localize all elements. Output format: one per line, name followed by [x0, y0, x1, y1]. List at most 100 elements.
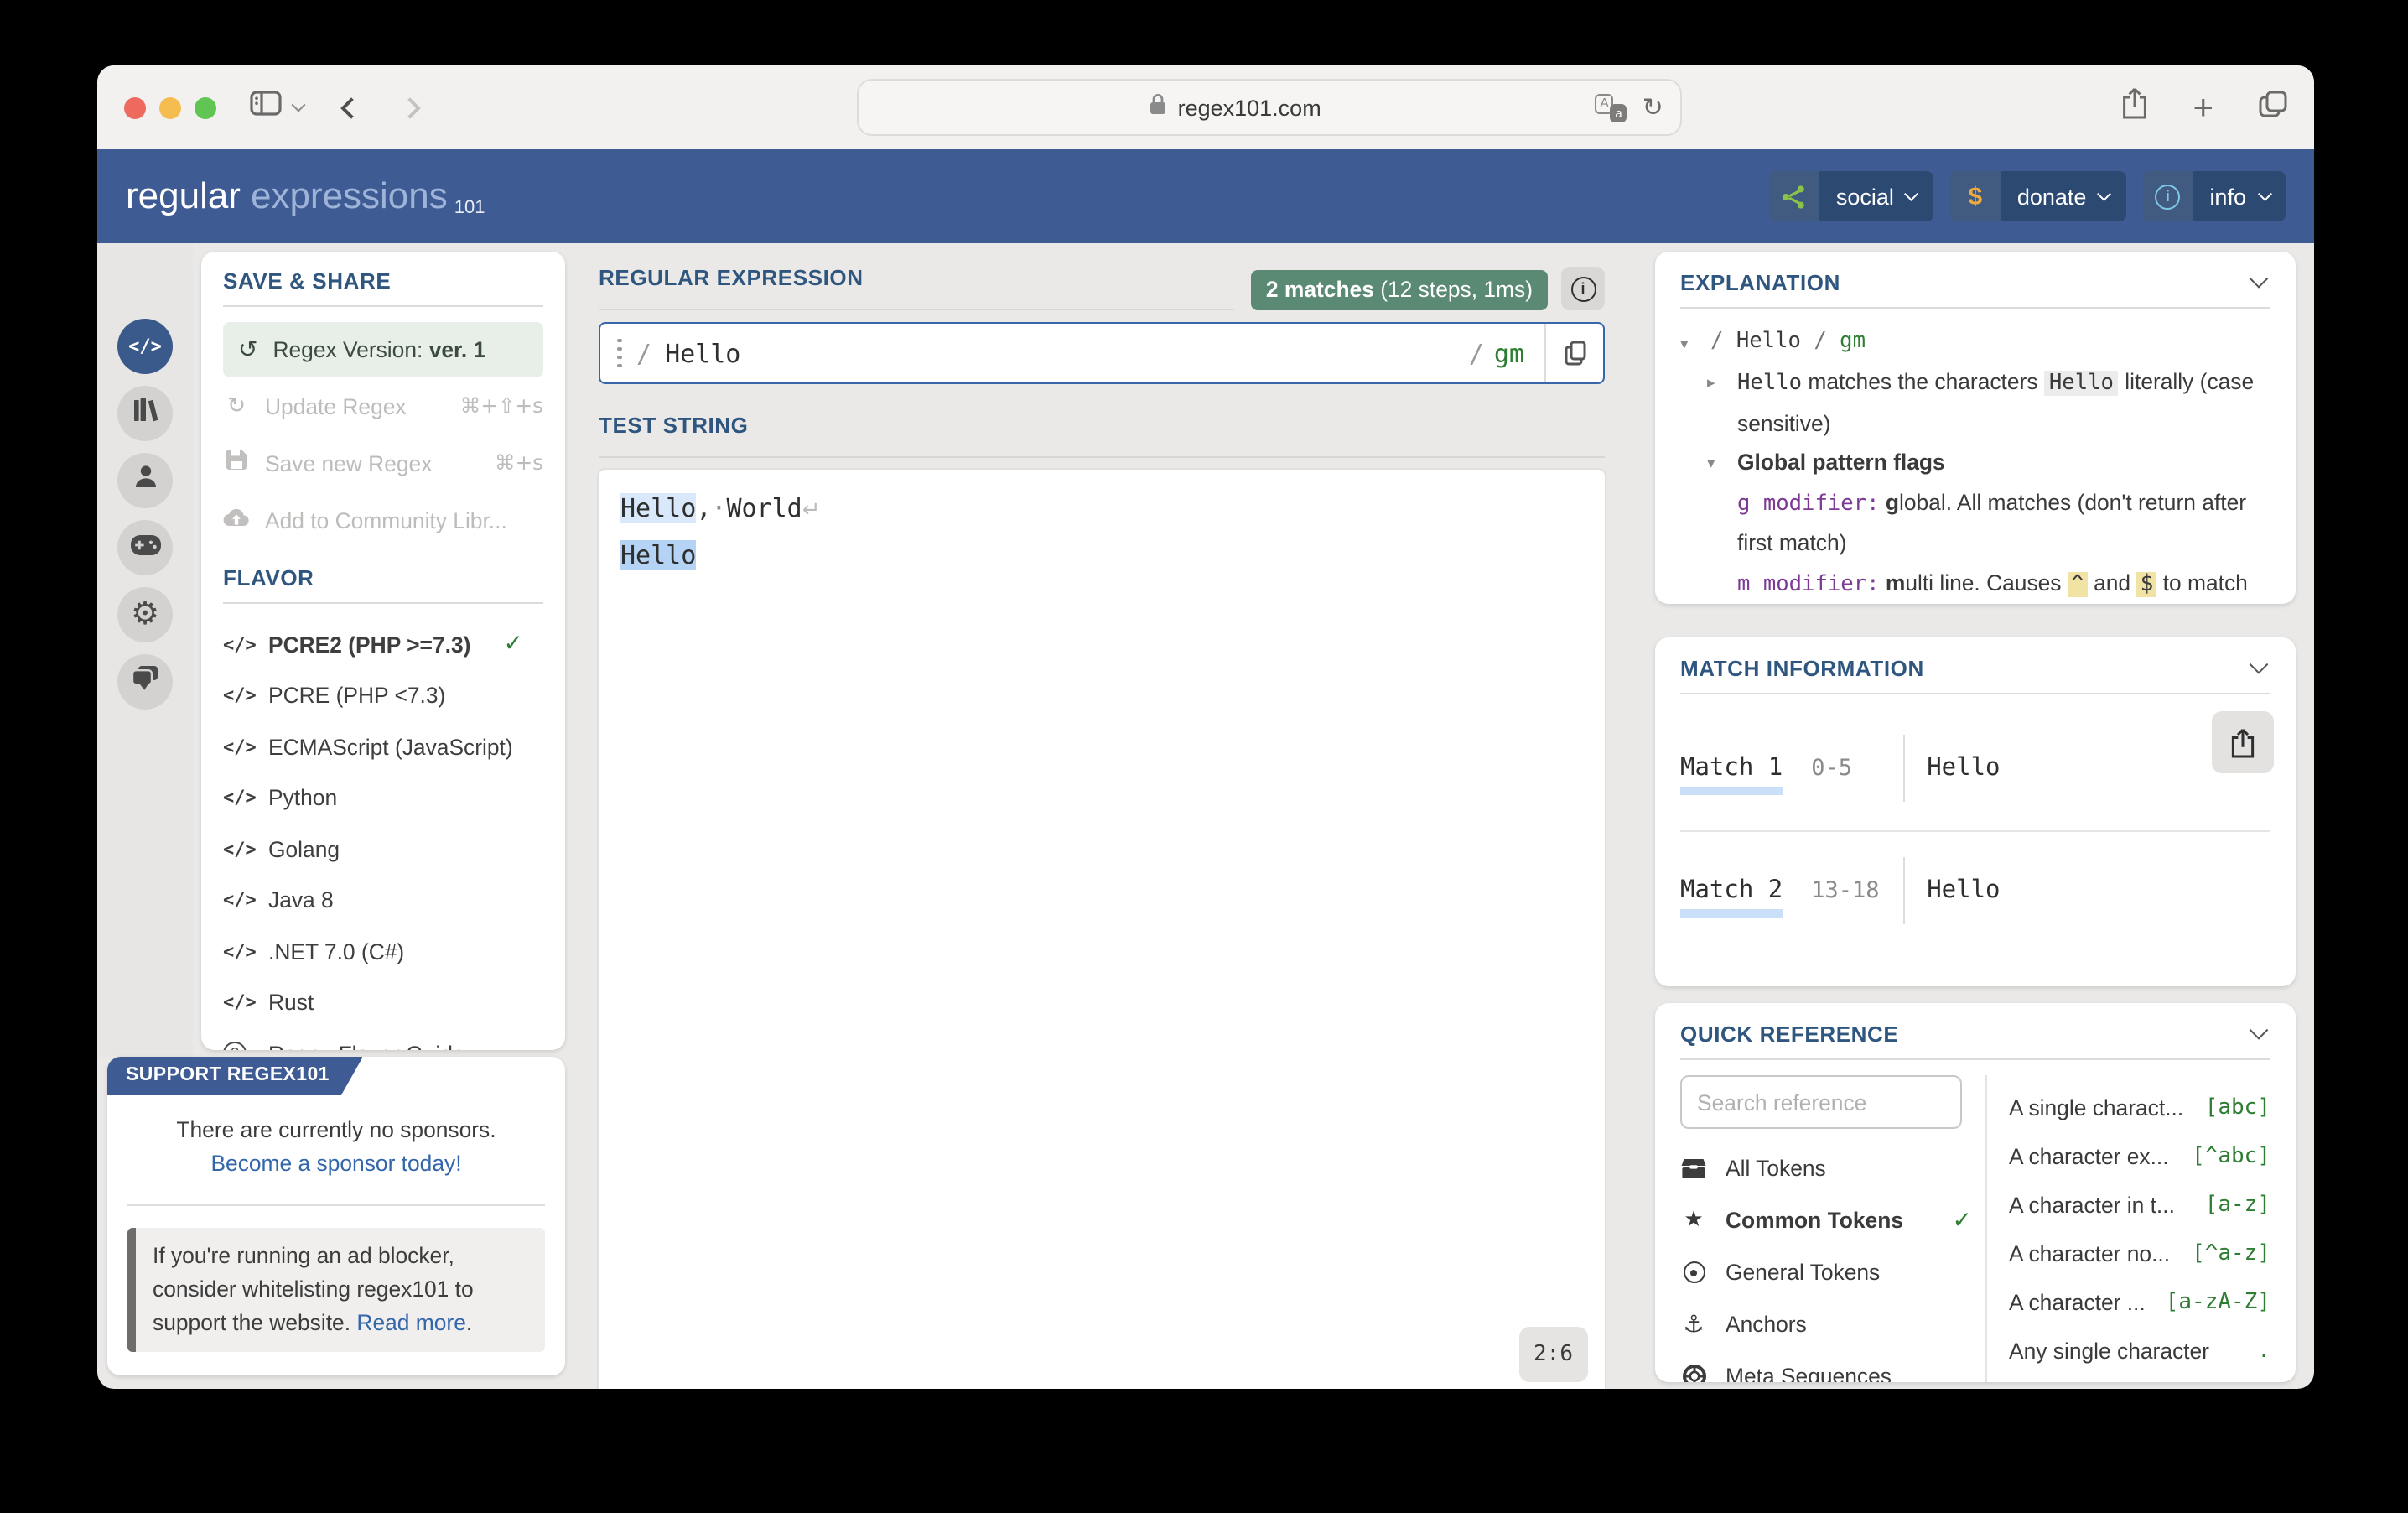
- regex-version-item[interactable]: ↺ Regex Version: ver. 1: [223, 322, 543, 377]
- zoom-window-button[interactable]: [195, 96, 216, 118]
- add-to-community-label: Add to Community Libr...: [265, 507, 507, 533]
- flavor-item-ecmascript[interactable]: </> ECMAScript (JavaScript): [223, 721, 543, 772]
- match-row[interactable]: Match 1 0-5 Hello: [1680, 710, 2270, 830]
- token-row[interactable]: Any single character .: [2009, 1327, 2270, 1375]
- match-row[interactable]: Match 2 13-18 Hello: [1680, 832, 2270, 953]
- sidebar-item-discord[interactable]: [117, 520, 173, 575]
- regex-info-button[interactable]: i: [1561, 267, 1605, 310]
- search-reference-input[interactable]: [1680, 1075, 1962, 1129]
- tab-overview-icon[interactable]: [2259, 90, 2287, 125]
- sidebar-item-feedback[interactable]: [117, 654, 173, 710]
- explanation-literal-row[interactable]: ▸ Hello matches the characters Hello lit…: [1680, 362, 2270, 444]
- category-general-tokens[interactable]: General Tokens: [1680, 1246, 1975, 1298]
- update-regex-item[interactable]: ↻ Update Regex ⌘+⇧+s: [223, 377, 543, 434]
- collapse-chevron-icon[interactable]: [2250, 268, 2269, 288]
- flavor-item-java[interactable]: </> Java 8: [223, 875, 543, 926]
- sidebar-item-account[interactable]: [117, 453, 173, 508]
- category-all-tokens[interactable]: All Tokens: [1680, 1142, 1975, 1194]
- user-icon: [132, 463, 158, 498]
- tree-closed-icon[interactable]: ▸: [1707, 362, 1737, 444]
- update-regex-label: Update Regex: [265, 393, 407, 419]
- flavor-guide-item[interactable]: ? Regex Flavor Guide: [223, 1028, 543, 1050]
- sidebar-toggle-icon[interactable]: [250, 91, 282, 124]
- sidebar-item-library[interactable]: [117, 386, 173, 441]
- browser-toolbar: regex101.com A a ↻ +: [97, 65, 2314, 149]
- flavor-item-dotnet[interactable]: </> .NET 7.0 (C#): [223, 926, 543, 977]
- copy-regex-button[interactable]: [1546, 324, 1603, 382]
- back-button[interactable]: [340, 96, 361, 117]
- token-row[interactable]: A character in t... [a-z]: [2009, 1181, 2270, 1230]
- translate-icon[interactable]: A a: [1596, 93, 1627, 122]
- donate-menu-button[interactable]: $ donate: [1950, 171, 2126, 221]
- info-label: info: [2193, 184, 2260, 209]
- category-anchors[interactable]: ⚓ Anchors: [1680, 1298, 1975, 1350]
- info-menu-button[interactable]: i info: [2142, 171, 2286, 221]
- chevron-down-icon: [2098, 187, 2111, 200]
- regex-pattern[interactable]: Hello: [665, 338, 740, 368]
- flavor-item-rust[interactable]: </> Rust: [223, 977, 543, 1028]
- no-sponsors-text: There are currently no sponsors.: [107, 1114, 565, 1148]
- explanation-flags-heading-row[interactable]: ▾ Global pattern flags: [1680, 443, 2270, 482]
- site-logo[interactable]: regular expressions 101: [126, 174, 485, 218]
- tree-open-icon[interactable]: ▾: [1707, 443, 1737, 482]
- flavor-item-python[interactable]: </> Python: [223, 772, 543, 824]
- token-row[interactable]: A character ... [a-zA-Z]: [2009, 1278, 2270, 1327]
- sidebar-item-settings[interactable]: ⚙: [117, 587, 173, 642]
- chevron-down-icon: [2258, 187, 2271, 200]
- gear-icon: ⚙: [131, 599, 159, 631]
- minimize-window-button[interactable]: [159, 96, 181, 118]
- become-sponsor-link[interactable]: Become a sponsor today!: [210, 1152, 461, 1177]
- save-share-title: SAVE & SHARE: [223, 268, 543, 294]
- divider: [1680, 693, 2270, 694]
- circle-dot-icon: [1680, 1261, 1707, 1283]
- code-icon: </>: [223, 685, 252, 707]
- flavor-title: FLAVOR: [223, 565, 543, 590]
- share-icon[interactable]: [2121, 87, 2148, 127]
- close-window-button[interactable]: [124, 96, 146, 118]
- read-more-link[interactable]: Read more: [356, 1309, 466, 1334]
- category-meta-sequences[interactable]: Meta Sequences: [1680, 1350, 1975, 1382]
- regex-open-delimiter: /: [636, 338, 651, 368]
- save-new-regex-item[interactable]: Save new Regex ⌘+s: [223, 434, 543, 491]
- regex-flags[interactable]: gm: [1494, 338, 1524, 368]
- token-row[interactable]: A character ex... [^abc]: [2009, 1132, 2270, 1181]
- forward-button[interactable]: [399, 96, 420, 117]
- category-common-tokens[interactable]: ★ Common Tokens ✓: [1680, 1194, 1975, 1246]
- collapse-chevron-icon[interactable]: [2250, 654, 2269, 673]
- drag-handle-icon[interactable]: [617, 339, 621, 368]
- tree-open-icon[interactable]: ▾: [1680, 324, 1710, 362]
- sidebar-item-regex[interactable]: </>: [117, 319, 173, 374]
- export-matches-button[interactable]: [2212, 711, 2274, 773]
- reload-icon[interactable]: ↻: [1643, 92, 1663, 122]
- code-icon: </>: [223, 634, 252, 656]
- token-row[interactable]: A character no... [^a-z]: [2009, 1230, 2270, 1278]
- explanation-root-row[interactable]: ▾ / Hello / gm: [1680, 324, 2270, 362]
- sidebar-menu-chevron-icon[interactable]: [292, 98, 306, 112]
- new-tab-icon[interactable]: +: [2193, 90, 2214, 125]
- address-bar[interactable]: regex101.com A a ↻: [857, 79, 1682, 136]
- social-menu-button[interactable]: social: [1769, 171, 1933, 221]
- add-to-community-item[interactable]: Add to Community Libr...: [223, 491, 543, 549]
- explanation-m-modifier-row: m modifier: multi line. Causes ^ and $ t…: [1680, 564, 2270, 604]
- flavor-item-pcre[interactable]: </> PCRE (PHP <7.3): [223, 670, 543, 721]
- info-column: EXPLANATION ▾ / Hello / gm ▸ Hello match…: [1655, 243, 2296, 1389]
- explanation-panel: EXPLANATION ▾ / Hello / gm ▸ Hello match…: [1655, 252, 2296, 604]
- archive-icon: [1680, 1157, 1707, 1179]
- library-icon: [132, 397, 158, 430]
- code-icon: </>: [223, 788, 252, 809]
- flavor-item-pcre2[interactable]: </> PCRE2 (PHP >=7.3) ✓: [223, 619, 543, 670]
- regex-input[interactable]: / Hello / gm: [599, 322, 1605, 384]
- left-region: </>: [97, 243, 584, 1389]
- token-row[interactable]: A single charact... [abc]: [2009, 1084, 2270, 1132]
- explanation-title: EXPLANATION: [1680, 270, 1840, 295]
- flavor-item-golang[interactable]: </> Golang: [223, 824, 543, 875]
- match-count-badge[interactable]: 2 matches (12 steps, 1ms): [1251, 270, 1548, 310]
- shortcut-label: ⌘+⇧+s: [460, 394, 543, 418]
- code-icon: </>: [128, 335, 162, 357]
- collapse-chevron-icon[interactable]: [2250, 1020, 2269, 1039]
- test-string-input[interactable]: Hello,·World↵ Hello 2:6: [599, 470, 1605, 1389]
- save-new-regex-label: Save new Regex: [265, 450, 432, 476]
- divider: [1903, 857, 1905, 924]
- check-icon: ✓: [1953, 1207, 1972, 1234]
- screen: regex101.com A a ↻ +: [0, 0, 2408, 1513]
